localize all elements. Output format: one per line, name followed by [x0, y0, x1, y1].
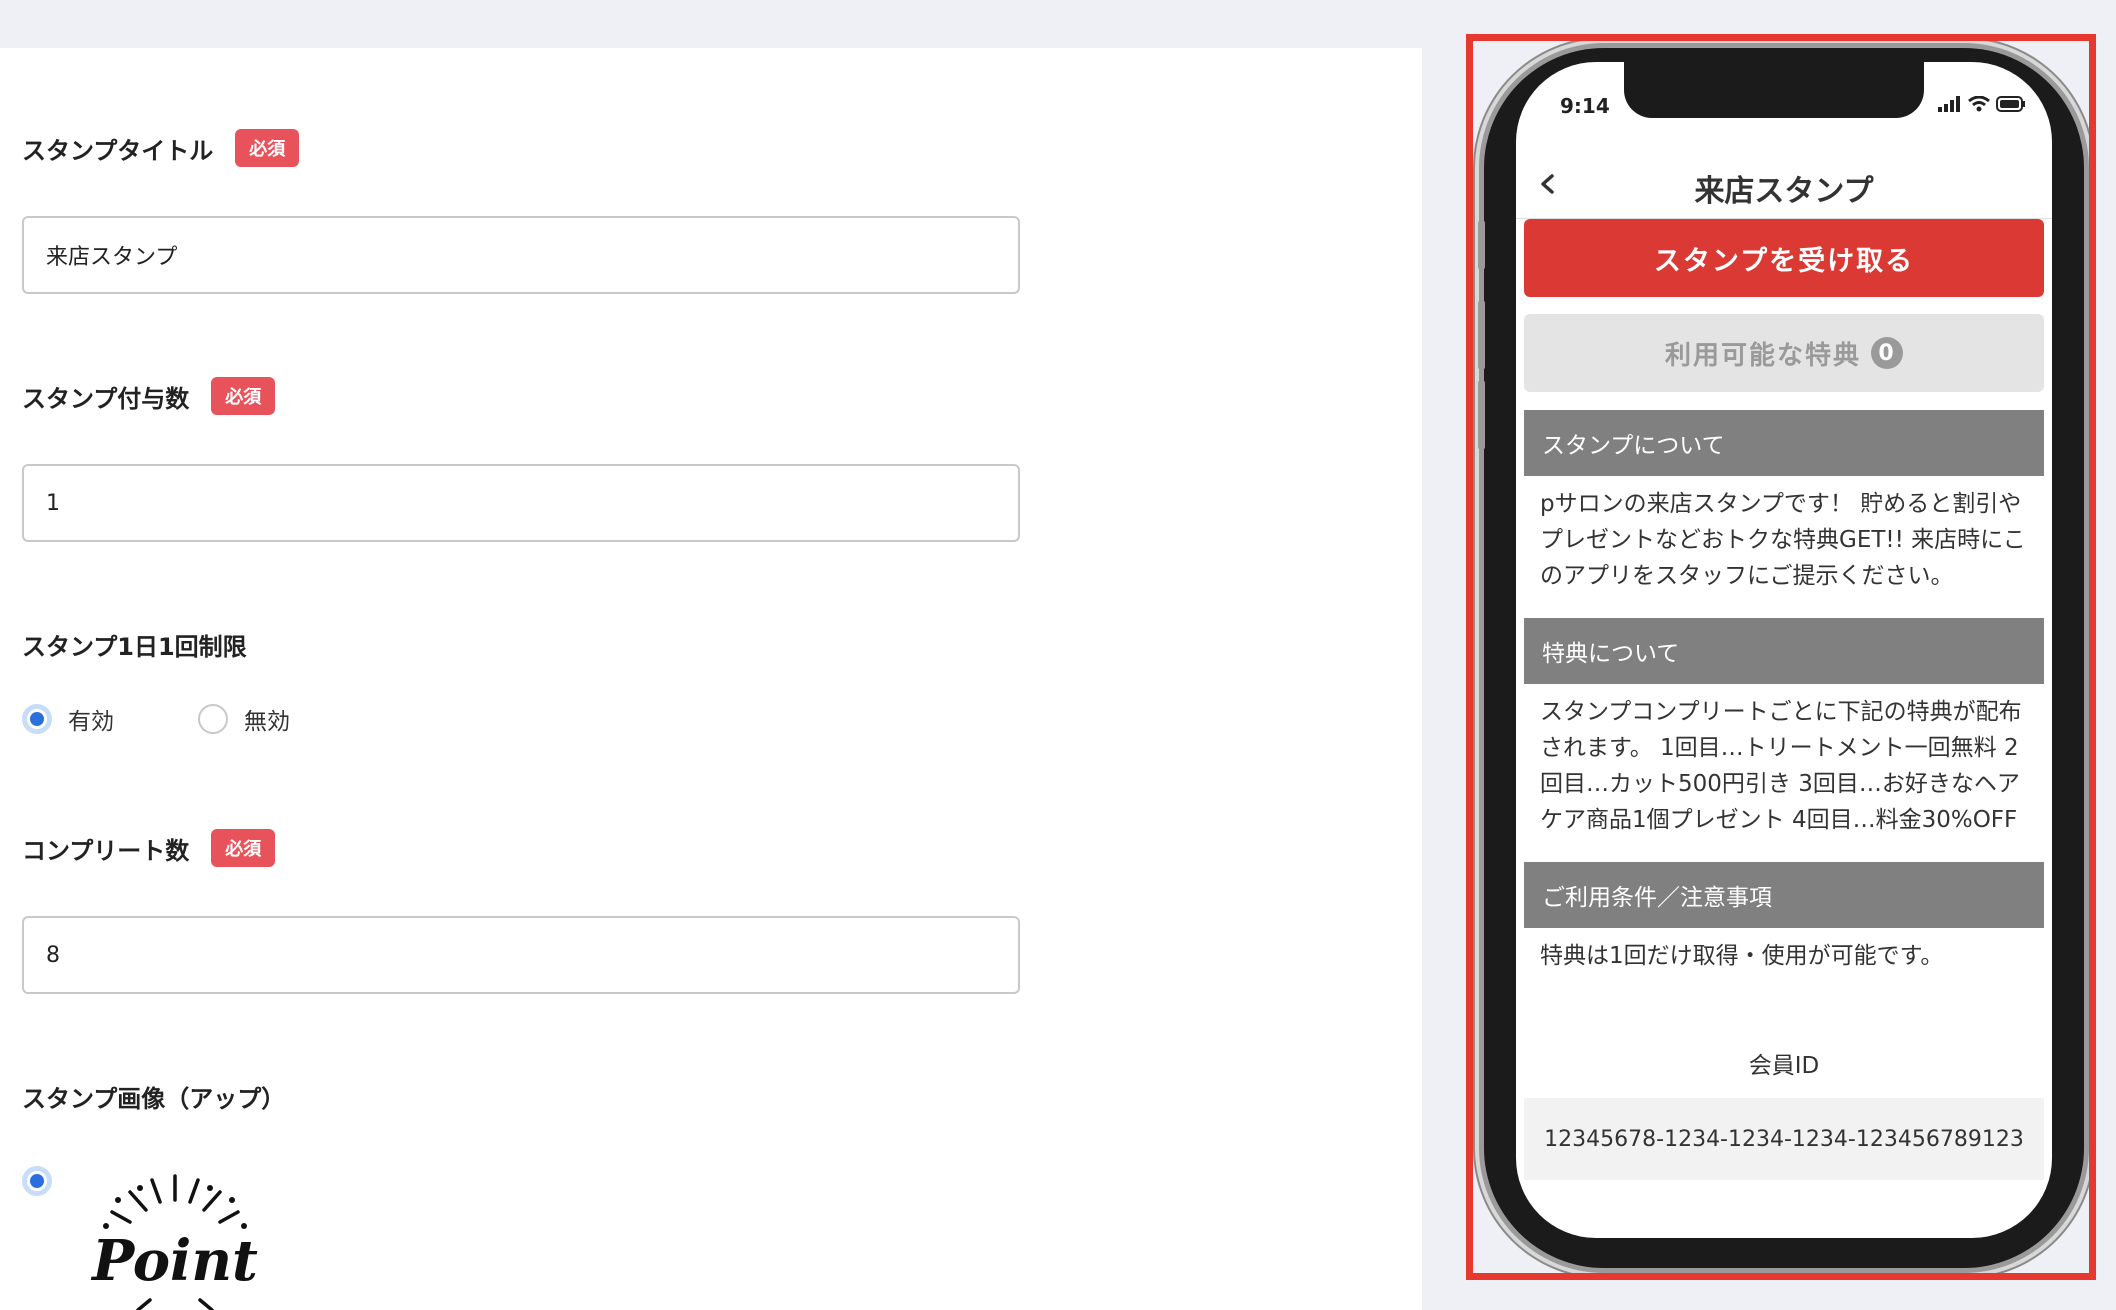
daily-limit-enabled-option[interactable]: 有効	[22, 702, 114, 736]
daily-limit-disabled-option[interactable]: 無効	[198, 702, 290, 736]
radio-unchecked-icon[interactable]	[198, 704, 228, 734]
stamp-form-panel: スタンプタイトル 必須 スタンプ付与数 必須 スタンプ1日1回制限 有効 無効 …	[0, 48, 1422, 1310]
complete-count-label: コンプリート数 必須	[22, 826, 276, 870]
required-badge: 必須	[211, 829, 276, 867]
stamp-grant-input[interactable]	[22, 464, 1020, 542]
radio-label-enabled: 有効	[68, 709, 114, 735]
radio-label-disabled: 無効	[244, 709, 290, 735]
preview-highlight-frame	[1466, 34, 2096, 1280]
daily-limit-label: スタンプ1日1回制限	[22, 622, 247, 666]
stamp-grant-label: スタンプ付与数 必須	[22, 374, 276, 418]
point-logo-text: Point	[90, 1228, 258, 1294]
radio-checked-icon[interactable]	[22, 704, 52, 734]
point-stamp-logo: Point	[90, 1174, 258, 1310]
stamp-title-input[interactable]	[22, 216, 1020, 294]
complete-count-input[interactable]	[22, 916, 1020, 994]
radio-checked-icon[interactable]	[22, 1166, 52, 1196]
stamp-image-label-text: スタンプ画像（アップ）	[22, 1084, 286, 1113]
stamp-image-option[interactable]	[22, 1166, 52, 1196]
complete-count-label-text: コンプリート数	[22, 836, 190, 865]
daily-limit-label-text: スタンプ1日1回制限	[22, 632, 247, 661]
stamp-title-label: スタンプタイトル 必須	[22, 126, 300, 170]
stamp-image-label: スタンプ画像（アップ）	[22, 1074, 285, 1118]
required-badge: 必須	[211, 377, 276, 415]
stamp-grant-label-text: スタンプ付与数	[22, 384, 190, 413]
stamp-title-label-text: スタンプタイトル	[22, 136, 214, 165]
required-badge: 必須	[235, 129, 300, 167]
